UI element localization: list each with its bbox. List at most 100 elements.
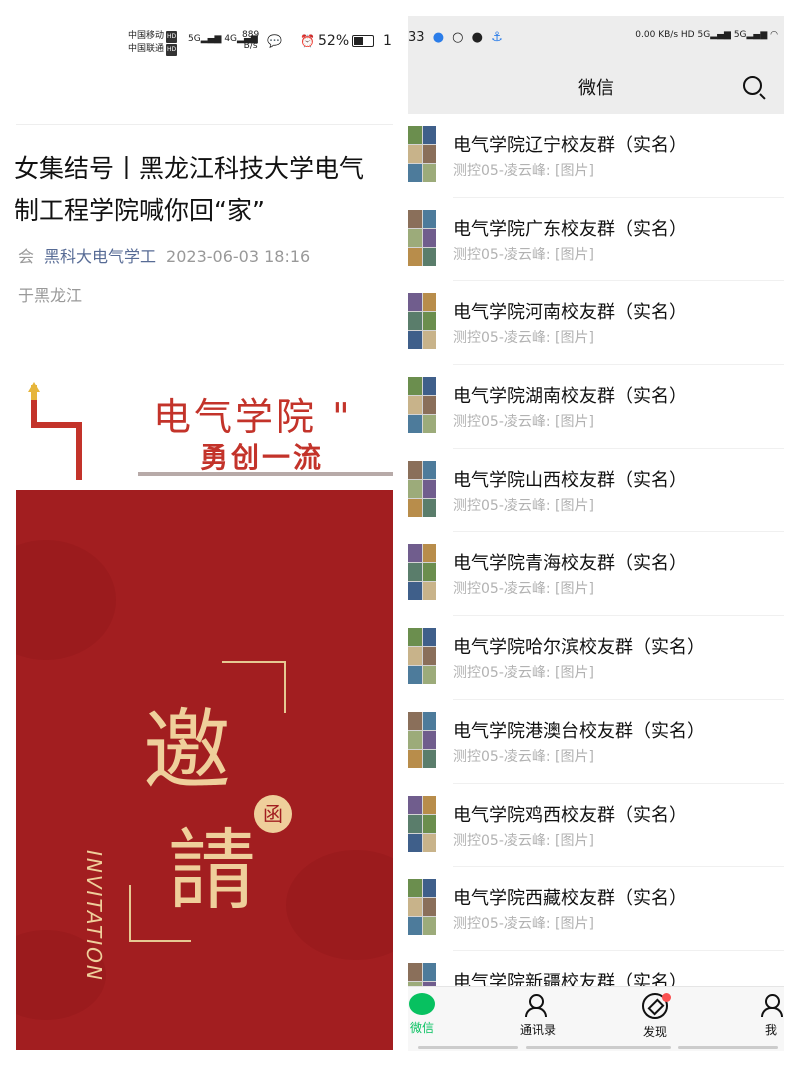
chat-list-item[interactable]: 电气学院港澳台校友群（实名） 测控05-凌云峰: [图片]	[408, 700, 784, 784]
chat-name: 电气学院湖南校友群（实名）	[453, 386, 687, 408]
chat-bubble-icon	[409, 993, 435, 1015]
carrier-2: 中国联通	[128, 44, 165, 54]
chat-last-message: 测控05-凌云峰: [图片]	[453, 246, 594, 263]
chat-name: 电气学院哈尔滨校友群（实名）	[453, 637, 705, 659]
chat-name: 电气学院广东校友群（实名）	[453, 218, 687, 240]
home-indicator	[678, 1046, 778, 1049]
chat-name: 电气学院辽宁校友群（实名）	[453, 135, 687, 156]
alarm-icon: ⏰	[300, 34, 315, 48]
tab-me[interactable]: 我	[731, 993, 784, 1038]
group-avatar	[408, 544, 436, 601]
chat-list-item[interactable]: 电气学院青海校友群（实名） 测控05-凌云峰: [图片]	[408, 532, 784, 617]
chat-last-message: 测控05-凌云峰: [图片]	[453, 581, 594, 598]
group-avatar	[408, 628, 436, 685]
message-icon: ●	[471, 30, 483, 45]
article-meta: 会黑科大电气学工 2023-06-03 18:16	[18, 243, 310, 267]
author-link[interactable]: 黑科大电气学工	[44, 247, 156, 266]
seal-badge: 函	[254, 795, 292, 833]
chat-list-item[interactable]: 电气学院河南校友群（实名） 测控05-凌云峰: [图片]	[408, 281, 784, 366]
chat-name: 电气学院鸡西校友群（实名）	[453, 804, 687, 826]
clock: 33	[408, 30, 425, 45]
article-location: 于黑龙江	[18, 286, 83, 305]
chat-list-item[interactable]: 电气学院西藏校友群（实名） 测控05-凌云峰: [图片]	[408, 867, 784, 951]
battery-icon	[352, 35, 375, 47]
clock: 1	[383, 33, 392, 49]
battery-indicator: 52%	[318, 33, 375, 49]
group-avatar	[408, 377, 436, 434]
group-avatar	[408, 209, 436, 266]
tab-label: 微信	[409, 1021, 434, 1035]
article-screen: 中国移动 HD 中国联通 HD 5G▂▄▆ 4G▂▄▆ 889 B/s 💬 ⏰ 52%…	[0, 0, 393, 1067]
chat-bubble-icon: ○	[452, 30, 464, 45]
group-avatar	[408, 879, 436, 936]
wechat-screen: 33 ● ○ ● ⚓ 0.00 KB/s HD 5G▂▄▆ 5G▂▄▆ ◠ 微信…	[408, 16, 784, 1051]
app-header: 微信	[408, 56, 784, 114]
page-title: 微信	[578, 78, 614, 99]
contacts-icon	[525, 993, 551, 1017]
home-indicator	[418, 1046, 518, 1049]
chat-name: 电气学院山西校友群（实名）	[453, 469, 687, 491]
meta-prefix: 会	[18, 247, 35, 266]
chat-list-item[interactable]: 电气学院湖南校友群（实名） 测控05-凌云峰: [图片]	[408, 365, 784, 449]
hd-badge: HD	[166, 44, 178, 56]
chat-list-item[interactable]: 电气学院山西校友群（实名） 测控05-凌云峰: [图片]	[408, 449, 784, 533]
chat-last-message: 测控05-凌云峰: [图片]	[453, 330, 594, 347]
search-icon[interactable]	[743, 76, 762, 95]
banner-underline	[138, 472, 393, 476]
chat-list-item[interactable]: 电气学院辽宁校友群（实名） 测控05-凌云峰: [图片]	[408, 114, 784, 198]
group-avatar	[408, 795, 436, 852]
chat-list-item[interactable]: 电气学院广东校友群（实名） 测控05-凌云峰: [图片]	[408, 198, 784, 282]
tab-contacts[interactable]: 通讯录	[498, 993, 578, 1038]
poster-char-yao: 邀	[143, 699, 232, 802]
tab-label: 发现	[642, 1025, 667, 1039]
group-avatar	[408, 711, 436, 768]
group-avatar	[408, 293, 436, 350]
chat-name: 电气学院西藏校友群（实名）	[453, 888, 687, 910]
carrier-info: 中国移动 HD 中国联通 HD	[128, 30, 178, 56]
chat-last-message: 测控05-凌云峰: [图片]	[453, 163, 594, 179]
group-avatar	[408, 126, 436, 182]
chat-name: 电气学院港澳台校友群（实名）	[453, 720, 705, 742]
arrow-decoration-icon	[28, 382, 82, 480]
network-status: 0.00 KB/s HD 5G▂▄▆ 5G▂▄▆ ◠	[635, 30, 778, 40]
chat-list: 电气学院辽宁校友群（实名） 测控05-凌云峰: [图片] 电气学院广东校友群（实名）…	[408, 114, 784, 1035]
group-avatar	[408, 460, 436, 517]
chat-last-message: 测控05-凌云峰: [图片]	[453, 748, 594, 765]
app-notification-icon: ⚓	[491, 30, 503, 45]
banner-title: 电气学院 "	[153, 395, 353, 439]
profile-icon	[758, 993, 784, 1017]
chat-name: 电气学院河南校友群（实名）	[453, 302, 687, 324]
tab-label: 通讯录	[519, 1023, 556, 1037]
wechat-notification-icon: 💬	[267, 34, 282, 48]
wifi-icon: ◠	[770, 30, 778, 40]
chat-last-message: 测控05-凌云峰: [图片]	[453, 497, 594, 514]
qq-icon: ●	[432, 30, 445, 45]
hd-badge: HD	[166, 31, 178, 43]
chat-last-message: 测控05-凌云峰: [图片]	[453, 414, 594, 431]
chat-list-item[interactable]: 电气学院哈尔滨校友群（实名） 测控05-凌云峰: [图片]	[408, 616, 784, 700]
carrier-1: 中国移动	[128, 31, 165, 41]
poster-char-qing: 請	[168, 819, 257, 922]
tab-discover[interactable]: 发现	[615, 993, 695, 1040]
status-bar: 33 ● ○ ● ⚓ 0.00 KB/s HD 5G▂▄▆ 5G▂▄▆ ◠	[408, 16, 784, 56]
invitation-poster: 邀 請 函 INVITATION	[16, 490, 393, 1050]
chat-list-item[interactable]: 电气学院鸡西校友群（实名） 测控05-凌云峰: [图片]	[408, 784, 784, 868]
frame-corner	[222, 661, 286, 713]
chat-last-message: 测控05-凌云峰: [图片]	[453, 916, 594, 933]
invitation-label: INVITATION	[82, 850, 106, 982]
bottom-tab-bar: 微信 通讯录 发现 我	[408, 986, 784, 1051]
tab-chats[interactable]: 微信	[408, 993, 462, 1036]
chat-last-message: 测控05-凌云峰: [图片]	[453, 832, 594, 849]
notification-dot	[662, 993, 671, 1002]
publish-date: 2023-06-03 18:16	[166, 247, 311, 266]
tab-label: 我	[764, 1023, 777, 1037]
chat-name: 电气学院青海校友群（实名）	[453, 553, 687, 575]
chat-last-message: 测控05-凌云峰: [图片]	[453, 665, 594, 682]
network-speed: 889 B/s	[242, 30, 260, 51]
home-indicator	[526, 1046, 671, 1049]
cloud-pattern	[286, 850, 393, 960]
cloud-pattern	[16, 540, 116, 660]
status-bar: 中国移动 HD 中国联通 HD 5G▂▄▆ 4G▂▄▆ 889 B/s 💬 ⏰ 52%…	[128, 30, 393, 60]
banner-slogan: 勇创一流	[200, 441, 325, 474]
banner-image: 电气学院 " 勇创一流	[16, 372, 393, 490]
